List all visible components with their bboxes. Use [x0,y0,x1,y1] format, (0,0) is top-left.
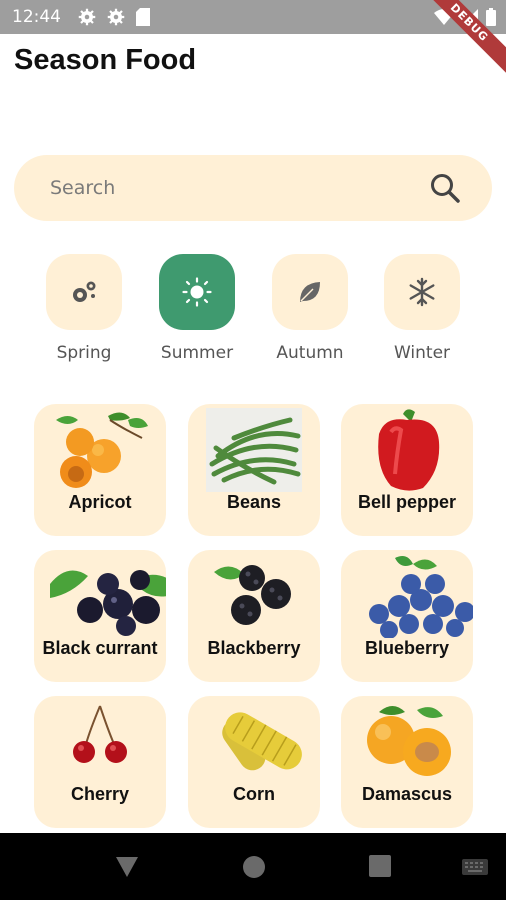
damascus-image [367,706,451,776]
food-card-cherry[interactable]: Cherry [34,696,166,828]
food-label: Black currant [42,638,158,658]
season-label: Spring [56,343,112,363]
food-label: Bell pepper [357,492,457,512]
flower-icon [73,281,96,302]
beans-image [206,408,302,492]
food-label: Blackberry [207,638,301,658]
food-card-bell-pepper[interactable]: Bell pepper [341,404,473,536]
season-tile[interactable] [159,254,235,330]
cherry-image [73,705,127,763]
blackberry-image [214,565,291,625]
navigation-bar [0,833,506,900]
search-icon[interactable] [428,171,462,205]
search-input[interactable] [50,173,410,203]
sun-icon [182,277,212,307]
season-tile[interactable] [384,254,460,330]
status-time: 12:44 [12,7,61,27]
food-label: Beans [226,492,282,512]
battery-icon [486,8,496,26]
sd-card-icon [136,8,150,26]
back-icon[interactable] [114,855,140,879]
season-label: Winter [393,343,451,363]
food-label: Blueberry [364,638,450,658]
blueberry-image [369,556,473,638]
leaf-icon [300,282,320,302]
recents-icon[interactable] [369,855,391,877]
food-label: Apricot [68,492,132,512]
black-currant-image [50,570,166,636]
food-card-beans[interactable]: Beans [188,404,320,536]
page-title: Season Food [14,44,197,76]
season-label: Autumn [276,343,344,363]
food-card-apricot[interactable]: Apricot [34,404,166,536]
food-label: Corn [233,784,275,804]
keyboard-icon[interactable] [462,859,488,875]
food-card-corn[interactable]: Corn [188,696,320,828]
food-card-blackberry[interactable]: Blackberry [188,550,320,682]
bell-pepper-image [378,409,440,491]
season-spring[interactable]: Spring [32,254,136,363]
corn-image [222,712,302,771]
season-tile[interactable] [272,254,348,330]
season-autumn[interactable]: Autumn [258,254,362,363]
food-card-damascus[interactable]: Damascus [341,696,473,828]
season-label: Summer [160,343,234,363]
season-summer[interactable]: Summer [145,254,249,363]
food-label: Cherry [70,784,130,804]
season-tile[interactable] [46,254,122,330]
search-bar[interactable] [14,155,492,221]
status-bar: 12:44 DEBUG [0,0,506,83]
snowflake-icon [409,277,435,307]
settings-icon [107,8,125,26]
food-card-black-currant[interactable]: Black currant [34,550,166,682]
apricot-image [56,412,148,488]
food-label: Damascus [361,784,453,804]
home-icon[interactable] [242,855,266,879]
food-card-blueberry[interactable]: Blueberry [341,550,473,682]
season-winter[interactable]: Winter [370,254,474,363]
settings-icon [78,8,96,26]
